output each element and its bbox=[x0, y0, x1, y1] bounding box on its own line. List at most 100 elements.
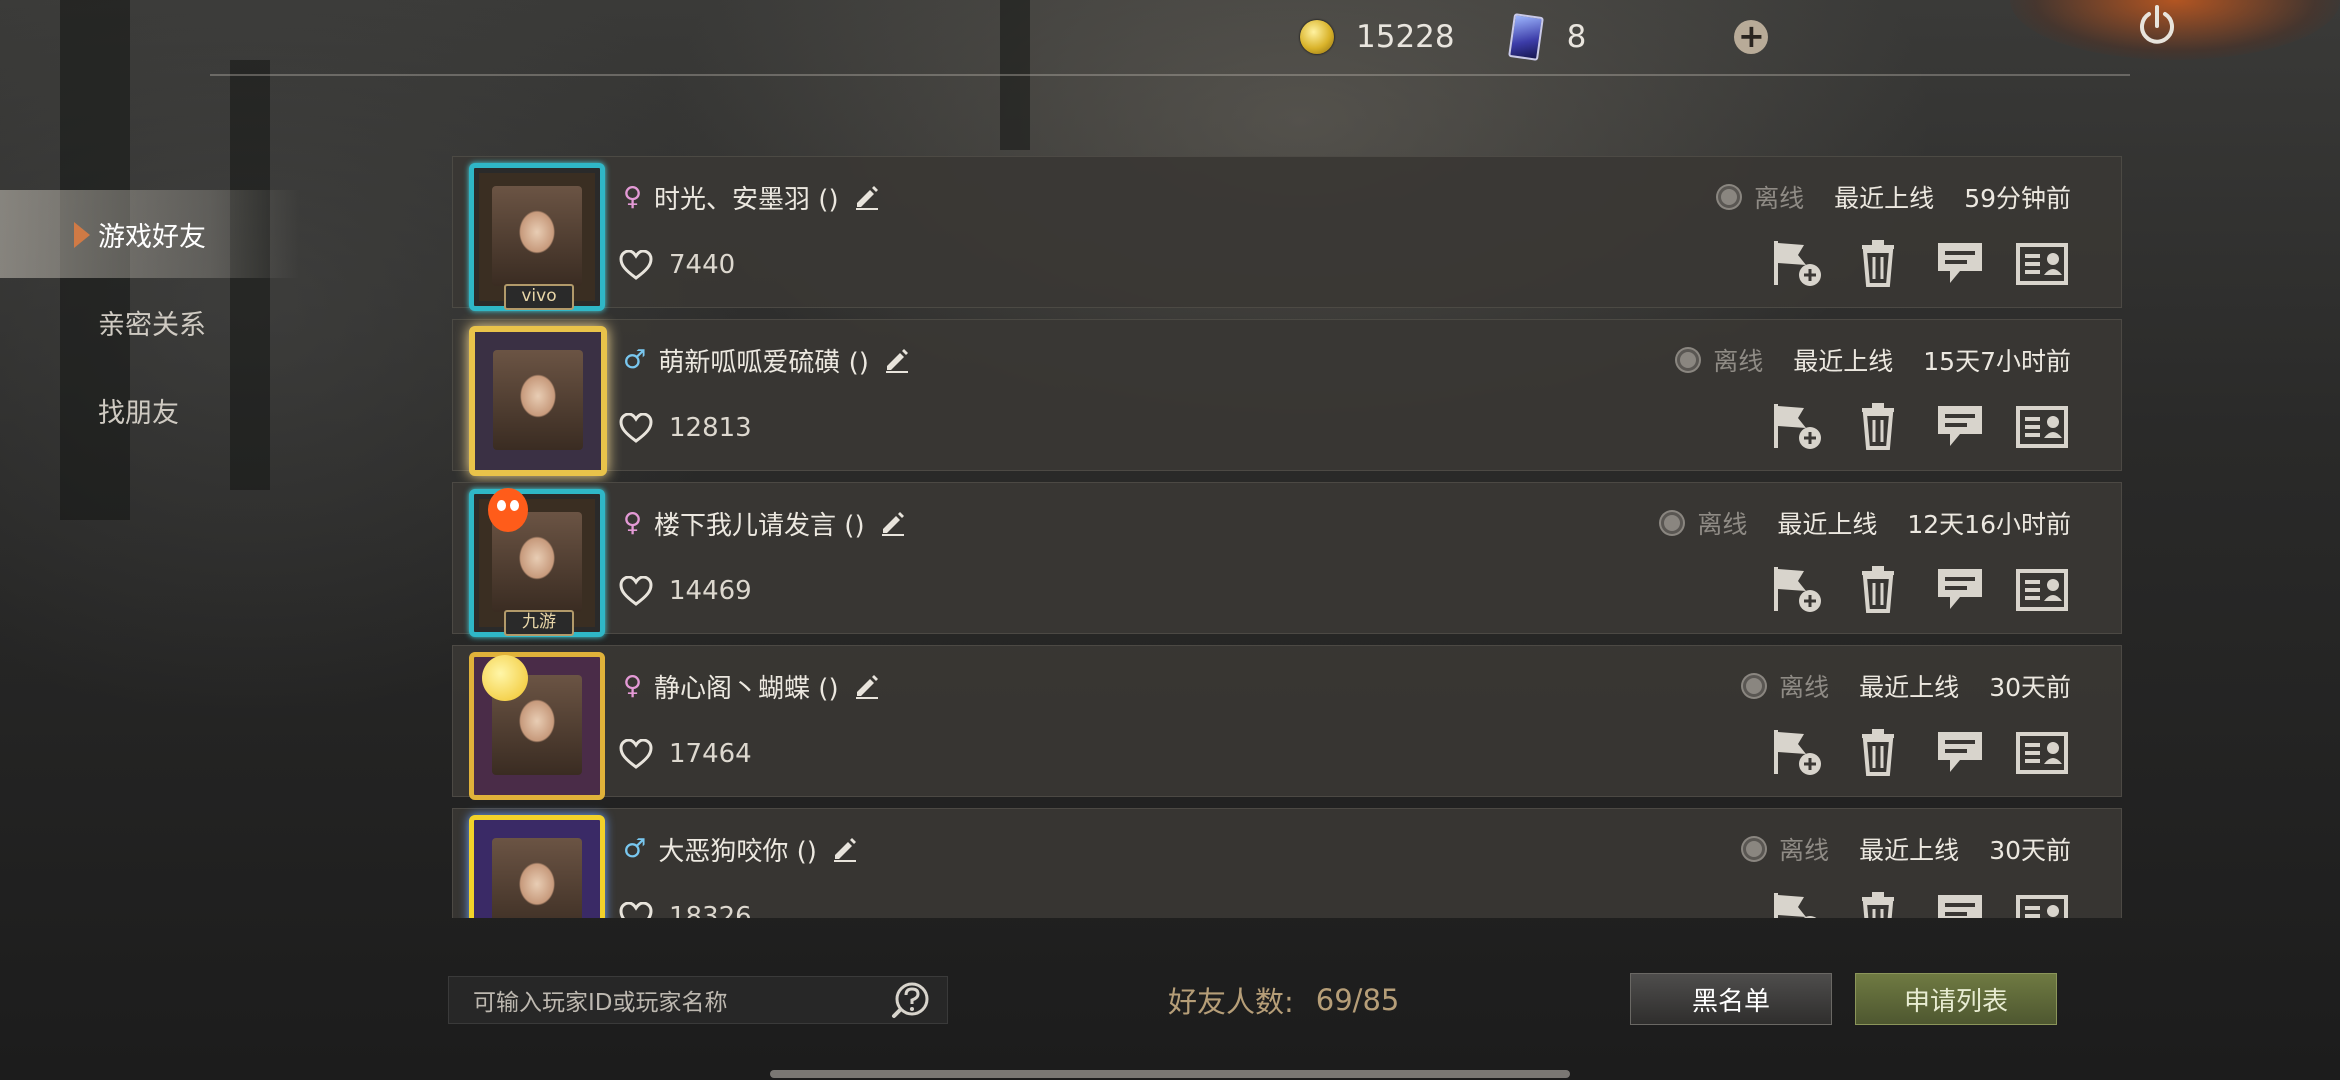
trash-icon bbox=[1862, 892, 1894, 918]
profile-card-icon bbox=[2016, 569, 2068, 611]
delete-button[interactable] bbox=[1849, 725, 1907, 779]
sidebar-item-intimacy[interactable]: 亲密关系 bbox=[0, 278, 300, 366]
status-text: 离线 bbox=[1779, 673, 1830, 702]
heart-icon bbox=[619, 576, 653, 606]
edit-icon[interactable] bbox=[853, 672, 881, 700]
offline-dot-icon bbox=[1743, 675, 1766, 697]
likes: 18326 bbox=[619, 897, 752, 918]
avatar[interactable] bbox=[469, 815, 605, 918]
profile-card-icon bbox=[2016, 406, 2068, 448]
add-flag-icon bbox=[1774, 404, 1821, 449]
last-online-label: 最近上线 bbox=[1834, 184, 1935, 213]
delete-button[interactable] bbox=[1849, 562, 1907, 616]
avatar[interactable]: vivo bbox=[469, 163, 605, 311]
name-line: ♀ 楼下我儿请发言 () bbox=[623, 503, 907, 543]
profile-button[interactable] bbox=[2013, 562, 2071, 616]
apply-list-label: 申请列表 bbox=[1903, 986, 2008, 1017]
trash-icon bbox=[1862, 566, 1894, 613]
name-line: ♀ 静心阁丶蝴蝶 () bbox=[623, 666, 881, 706]
message-button[interactable] bbox=[1931, 236, 1989, 290]
add-flag-button[interactable] bbox=[1767, 888, 1825, 918]
message-icon bbox=[1938, 406, 1982, 446]
likes: 14469 bbox=[619, 571, 752, 611]
like-count: 17464 bbox=[669, 739, 752, 769]
status-line: 离线 最近上线 12天16小时前 bbox=[1661, 503, 2071, 543]
friend-name: 萌新呱呱爱硫磺 () bbox=[658, 347, 869, 378]
help-icon[interactable] bbox=[891, 981, 931, 1019]
add-flag-button[interactable] bbox=[1767, 399, 1825, 453]
last-online-time: 15天7小时前 bbox=[1923, 347, 2071, 376]
blacklist-button[interactable]: 黑名单 bbox=[1630, 973, 1832, 1025]
message-button[interactable] bbox=[1931, 399, 1989, 453]
last-online-time: 59分钟前 bbox=[1964, 184, 2071, 213]
friend-row[interactable]: ♀ 静心阁丶蝴蝶 () 17464 离线 最近上线 30天前 bbox=[452, 645, 2122, 800]
friend-name: 楼下我儿请发言 () bbox=[654, 510, 865, 541]
friend-row[interactable]: vivo ♀ 时光、安墨羽 () 7440 离线 最近上线 59分钟前 bbox=[452, 156, 2122, 311]
add-flag-button[interactable] bbox=[1767, 562, 1825, 616]
avatar[interactable] bbox=[469, 326, 607, 476]
likes: 17464 bbox=[619, 734, 752, 774]
top-divider bbox=[210, 74, 2130, 76]
sidebar-item-label: 亲密关系 bbox=[98, 309, 206, 341]
avatar-portrait bbox=[493, 350, 583, 450]
friend-name: 时光、安墨羽 () bbox=[654, 184, 839, 215]
status-text: 离线 bbox=[1754, 184, 1805, 213]
male-icon: ♂ bbox=[623, 834, 647, 864]
sun-badge bbox=[482, 655, 528, 701]
avatar[interactable]: 九游 bbox=[469, 488, 605, 637]
friend-name: 大恶狗咬你 () bbox=[658, 836, 817, 867]
edit-icon[interactable] bbox=[883, 346, 911, 374]
like-count: 12813 bbox=[669, 413, 752, 443]
coin-amount: 15228 bbox=[1356, 19, 1455, 55]
profile-button[interactable] bbox=[2013, 236, 2071, 290]
last-online-time: 30天前 bbox=[1989, 836, 2071, 865]
add-flag-button[interactable] bbox=[1767, 725, 1825, 779]
female-icon: ♀ bbox=[623, 508, 643, 538]
avatar[interactable] bbox=[469, 652, 605, 800]
sidebar-item-game-friends[interactable]: 游戏好友 bbox=[0, 190, 300, 278]
search-input[interactable]: 可输入玩家ID或玩家名称 bbox=[448, 976, 948, 1024]
profile-card-icon bbox=[2016, 732, 2068, 774]
frame-tag: 九游 bbox=[504, 610, 574, 636]
friend-row[interactable]: ♂ 萌新呱呱爱硫磺 () 12813 离线 最近上线 15天7小时前 bbox=[452, 319, 2122, 476]
add-flag-button[interactable] bbox=[1767, 236, 1825, 290]
status-text: 离线 bbox=[1713, 347, 1764, 376]
message-button[interactable] bbox=[1931, 562, 1989, 616]
sidebar-item-find-friends[interactable]: 找朋友 bbox=[0, 366, 300, 454]
last-online-label: 最近上线 bbox=[1793, 347, 1894, 376]
add-flag-icon bbox=[1774, 567, 1821, 612]
add-icon[interactable]: + bbox=[1734, 20, 1769, 54]
delete-button[interactable] bbox=[1849, 399, 1907, 453]
message-icon bbox=[1938, 732, 1982, 772]
row-actions bbox=[1743, 561, 2071, 617]
friend-list[interactable]: vivo ♀ 时光、安墨羽 () 7440 离线 最近上线 59分钟前 ♂ 萌新… bbox=[452, 156, 2130, 918]
message-button[interactable] bbox=[1931, 725, 1989, 779]
blacklist-label: 黑名单 bbox=[1691, 986, 1770, 1017]
likes: 12813 bbox=[619, 408, 752, 448]
name-line: ♂ 大恶狗咬你 () bbox=[623, 829, 859, 869]
row-actions bbox=[1743, 398, 2071, 454]
apply-list-button[interactable]: 申请列表 bbox=[1855, 973, 2057, 1025]
friend-row[interactable]: 九游 ♀ 楼下我儿请发言 () 14469 离线 最近上线 12天16小时前 bbox=[452, 482, 2122, 637]
status-line: 离线 最近上线 15天7小时前 bbox=[1677, 340, 2071, 380]
offline-dot-icon bbox=[1743, 838, 1766, 860]
delete-button[interactable] bbox=[1849, 236, 1907, 290]
message-button[interactable] bbox=[1931, 888, 1989, 918]
friend-row[interactable]: ♂ 大恶狗咬你 () 18326 离线 最近上线 30天前 bbox=[452, 808, 2122, 918]
status-line: 离线 最近上线 30天前 bbox=[1743, 829, 2071, 869]
frame-tag: vivo bbox=[504, 284, 574, 310]
delete-button[interactable] bbox=[1849, 888, 1907, 918]
profile-button[interactable] bbox=[2013, 725, 2071, 779]
bottom-scrollbar[interactable] bbox=[770, 1070, 1570, 1078]
edit-icon[interactable] bbox=[831, 835, 859, 863]
friend-name: 静心阁丶蝴蝶 () bbox=[654, 673, 839, 704]
heart-icon bbox=[619, 902, 653, 918]
power-icon[interactable] bbox=[2135, 4, 2179, 48]
edit-icon[interactable] bbox=[853, 183, 881, 211]
row-actions bbox=[1743, 724, 2071, 780]
profile-button[interactable] bbox=[2013, 399, 2071, 453]
edit-icon[interactable] bbox=[879, 509, 907, 537]
profile-button[interactable] bbox=[2013, 888, 2071, 918]
friend-count-label: 好友人数: bbox=[1168, 985, 1294, 1019]
sidebar-item-label: 找朋友 bbox=[98, 397, 179, 429]
